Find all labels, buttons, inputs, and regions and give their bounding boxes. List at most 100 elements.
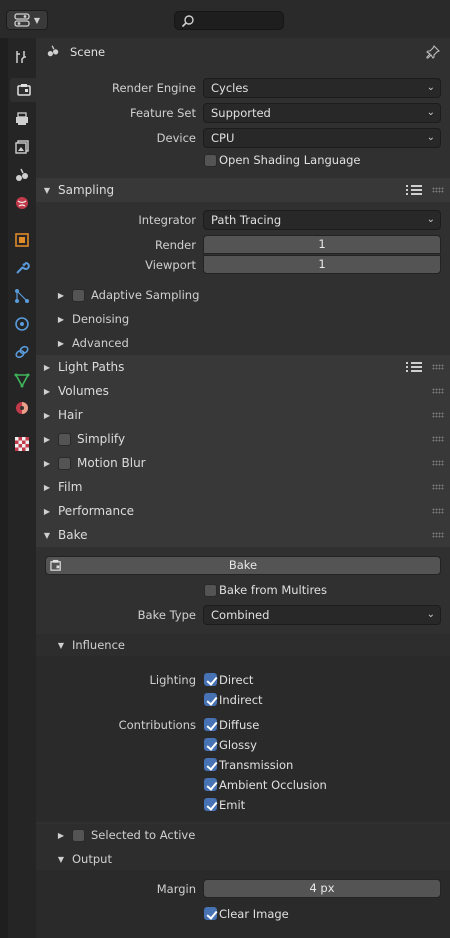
tab-texture[interactable] xyxy=(10,432,34,456)
context-header: Scene xyxy=(36,38,450,66)
bake-section-header[interactable]: ▼ Bake xyxy=(36,523,450,547)
motion-blur-title: Motion Blur xyxy=(77,456,146,470)
glossy-label: Glossy xyxy=(219,738,257,752)
bake-button[interactable]: Bake xyxy=(45,556,441,575)
bake-from-multires-checkbox[interactable] xyxy=(204,584,217,597)
volumes-section-header[interactable]: ▶ Volumes xyxy=(36,379,450,403)
tab-material[interactable] xyxy=(10,396,34,420)
margin-field[interactable]: 4 px xyxy=(203,879,441,898)
drag-handle-icon[interactable] xyxy=(432,364,444,370)
tab-particles[interactable] xyxy=(10,284,34,308)
tab-world[interactable] xyxy=(10,191,34,215)
volumes-title: Volumes xyxy=(58,384,109,398)
glossy-checkbox[interactable] xyxy=(204,738,217,751)
diffuse-label: Diffuse xyxy=(219,718,260,732)
data-icon xyxy=(14,373,30,388)
selected-to-active-subpanel[interactable]: ▶ Selected to Active xyxy=(50,824,450,846)
viewport-samples-field[interactable]: 1 xyxy=(203,255,441,274)
tab-render[interactable] xyxy=(10,78,38,102)
render-samples-field[interactable]: 1 xyxy=(203,235,441,254)
tab-modifier[interactable] xyxy=(10,256,34,280)
tab-physics[interactable] xyxy=(10,312,34,336)
search-input[interactable] xyxy=(174,11,284,30)
context-title: Scene xyxy=(70,45,106,59)
triangle-right-icon: ▶ xyxy=(43,434,51,444)
transmission-checkbox[interactable] xyxy=(204,758,217,771)
render-icon xyxy=(17,84,31,96)
tab-tool[interactable] xyxy=(10,45,34,69)
ambient-occlusion-checkbox[interactable] xyxy=(204,778,217,791)
osl-checkbox[interactable] xyxy=(204,154,217,167)
render-engine-label: Render Engine xyxy=(111,81,196,95)
tab-data[interactable] xyxy=(10,368,34,392)
tab-output[interactable] xyxy=(10,107,34,131)
influence-subpanel[interactable]: ▼ Influence xyxy=(50,634,450,656)
tab-view-layer[interactable] xyxy=(10,135,34,159)
object-icon xyxy=(15,233,29,247)
margin-label: Margin xyxy=(156,882,196,896)
device-label: Device xyxy=(156,131,196,145)
scene-icon xyxy=(16,168,28,181)
bake-type-dropdown[interactable]: Combined ⌄ xyxy=(203,605,441,625)
drag-handle-icon[interactable] xyxy=(432,532,444,538)
adaptive-sampling-subpanel[interactable]: ▶ Adaptive Sampling xyxy=(50,284,450,306)
denoising-subpanel[interactable]: ▶ Denoising xyxy=(50,308,450,330)
drag-handle-icon[interactable] xyxy=(432,460,444,466)
simplify-checkbox[interactable] xyxy=(58,432,71,446)
tab-scene[interactable] xyxy=(10,163,34,187)
indirect-checkbox[interactable] xyxy=(204,693,217,706)
adaptive-sampling-checkbox[interactable] xyxy=(72,288,85,302)
output-subpanel[interactable]: ▼ Output xyxy=(50,848,450,870)
integrator-dropdown[interactable]: Path Tracing ⌄ xyxy=(203,210,441,230)
tab-constraints[interactable] xyxy=(10,340,34,364)
sampling-section-header[interactable]: ▼ Sampling xyxy=(36,178,450,202)
triangle-right-icon: ▶ xyxy=(43,482,51,492)
performance-section-header[interactable]: ▶ Performance xyxy=(36,499,450,523)
emit-label: Emit xyxy=(219,798,246,812)
render-engine-dropdown[interactable]: Cycles ⌄ xyxy=(203,78,441,98)
particles-icon xyxy=(15,289,29,303)
motion-blur-checkbox[interactable] xyxy=(58,456,71,470)
triangle-right-icon: ▶ xyxy=(57,314,65,324)
drag-handle-icon[interactable] xyxy=(432,508,444,514)
emit-checkbox[interactable] xyxy=(204,798,217,811)
drag-handle-icon[interactable] xyxy=(432,388,444,394)
drag-handle-icon[interactable] xyxy=(432,436,444,442)
direct-label: Direct xyxy=(219,673,254,687)
constraints-icon xyxy=(15,345,29,359)
drag-handle-icon[interactable] xyxy=(432,412,444,418)
output-icon xyxy=(16,112,28,125)
simplify-section-header[interactable]: ▶ Simplify xyxy=(36,427,450,451)
bake-type-label: Bake Type xyxy=(137,608,196,622)
diffuse-checkbox[interactable] xyxy=(204,718,217,731)
presets-list-icon[interactable] xyxy=(406,183,422,197)
editor-type-button[interactable]: ▼ xyxy=(6,10,48,30)
chevron-down-icon: ⌄ xyxy=(426,107,435,118)
drag-handle-icon[interactable] xyxy=(432,187,444,193)
feature-set-dropdown[interactable]: Supported ⌄ xyxy=(203,103,441,123)
bake-from-multires-label: Bake from Multires xyxy=(219,583,327,597)
osl-label: Open Shading Language xyxy=(219,153,361,167)
triangle-down-icon: ▼ xyxy=(43,530,51,540)
presets-list-icon[interactable] xyxy=(406,360,422,374)
tab-object[interactable] xyxy=(10,228,34,252)
sampling-title: Sampling xyxy=(58,183,115,197)
output-label: Output xyxy=(72,852,112,866)
clear-image-label: Clear Image xyxy=(219,907,289,921)
drag-handle-icon[interactable] xyxy=(432,484,444,490)
light-paths-section-header[interactable]: ▶ Light Paths xyxy=(36,355,450,379)
clear-image-checkbox[interactable] xyxy=(204,907,217,920)
viewport-samples-label: Viewport xyxy=(145,258,196,272)
selected-to-active-checkbox[interactable] xyxy=(72,828,85,842)
tool-icon xyxy=(16,51,26,63)
direct-checkbox[interactable] xyxy=(204,673,217,686)
hair-section-header[interactable]: ▶ Hair xyxy=(36,403,450,427)
film-section-header[interactable]: ▶ Film xyxy=(36,475,450,499)
motion-blur-section-header[interactable]: ▶ Motion Blur xyxy=(36,451,450,475)
advanced-subpanel[interactable]: ▶ Advanced xyxy=(50,332,450,354)
properties-tabs xyxy=(8,38,38,938)
view-layer-icon xyxy=(15,140,29,154)
film-title: Film xyxy=(58,480,83,494)
pin-icon[interactable] xyxy=(426,45,440,59)
device-dropdown[interactable]: CPU ⌄ xyxy=(203,128,441,148)
